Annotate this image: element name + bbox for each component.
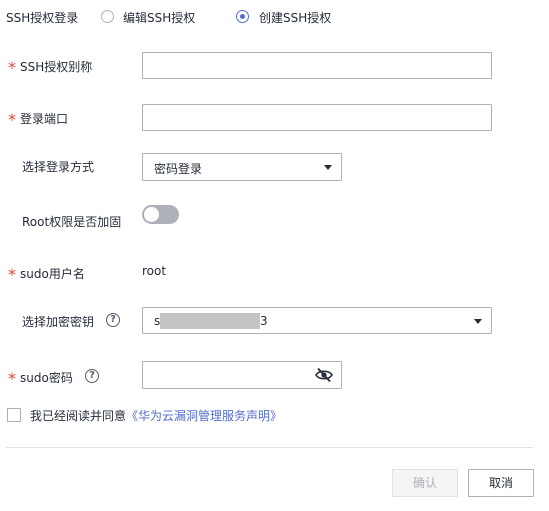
- radio-edit-ssh-label[interactable]: 编辑SSH授权: [123, 9, 195, 26]
- alias-input[interactable]: [142, 52, 492, 79]
- chevron-down-icon: [474, 319, 482, 324]
- radio-create-ssh[interactable]: [236, 10, 249, 26]
- port-label-row: * 登录端口: [8, 108, 69, 129]
- port-label: 登录端口: [20, 112, 69, 126]
- sudo-password-label: sudo密码: [20, 371, 73, 385]
- alias-label: SSH授权别称: [20, 60, 93, 74]
- agreement-text: 我已经阅读并同意: [30, 409, 127, 423]
- encryption-key-label: 选择加密密钥: [22, 315, 95, 329]
- agreement-checkbox[interactable]: [7, 408, 21, 422]
- required-asterisk: *: [8, 110, 16, 129]
- required-asterisk: *: [8, 369, 16, 388]
- sudo-user-label-row: * sudo用户名: [8, 263, 85, 284]
- sudo-password-input[interactable]: [142, 361, 342, 389]
- sudo-user-label: sudo用户名: [20, 267, 85, 281]
- login-method-select[interactable]: 密码登录: [142, 153, 342, 181]
- alias-label-row: * SSH授权别称: [8, 56, 93, 77]
- toggle-knob: [144, 207, 159, 222]
- agreement-row: 我已经阅读并同意《华为云漏洞管理服务声明》: [30, 407, 282, 424]
- root-hardening-toggle[interactable]: [142, 205, 179, 224]
- sudo-password-label-row: * sudo密码: [8, 367, 73, 388]
- root-hardening-label: Root权限是否加固: [22, 215, 122, 229]
- radio-create-ssh-indicator[interactable]: [236, 10, 249, 23]
- auth-login-label: SSH授权登录: [6, 11, 79, 25]
- radio-create-ssh-label[interactable]: 创建SSH授权: [259, 9, 331, 26]
- masked-key-value: [160, 313, 260, 329]
- eye-off-icon[interactable]: [315, 367, 333, 383]
- required-asterisk: *: [8, 265, 16, 284]
- help-icon[interactable]: ?: [106, 313, 120, 327]
- encryption-key-select[interactable]: s 3: [142, 307, 492, 334]
- radio-edit-ssh[interactable]: [101, 10, 114, 26]
- radio-edit-ssh-indicator[interactable]: [101, 10, 114, 23]
- login-method-label: 选择登录方式: [22, 160, 95, 174]
- port-input[interactable]: [142, 104, 492, 131]
- required-asterisk: *: [8, 58, 16, 77]
- sudo-user-value: root: [142, 264, 167, 278]
- login-method-value: 密码登录: [154, 162, 203, 176]
- cancel-button[interactable]: 取消: [468, 469, 534, 497]
- help-icon[interactable]: ?: [85, 369, 99, 383]
- chevron-down-icon: [324, 165, 332, 170]
- divider: [6, 447, 533, 448]
- agreement-link[interactable]: 《华为云漏洞管理服务声明》: [126, 409, 282, 423]
- confirm-button[interactable]: 确认: [392, 469, 458, 497]
- encryption-key-value-suffix: 3: [260, 314, 268, 328]
